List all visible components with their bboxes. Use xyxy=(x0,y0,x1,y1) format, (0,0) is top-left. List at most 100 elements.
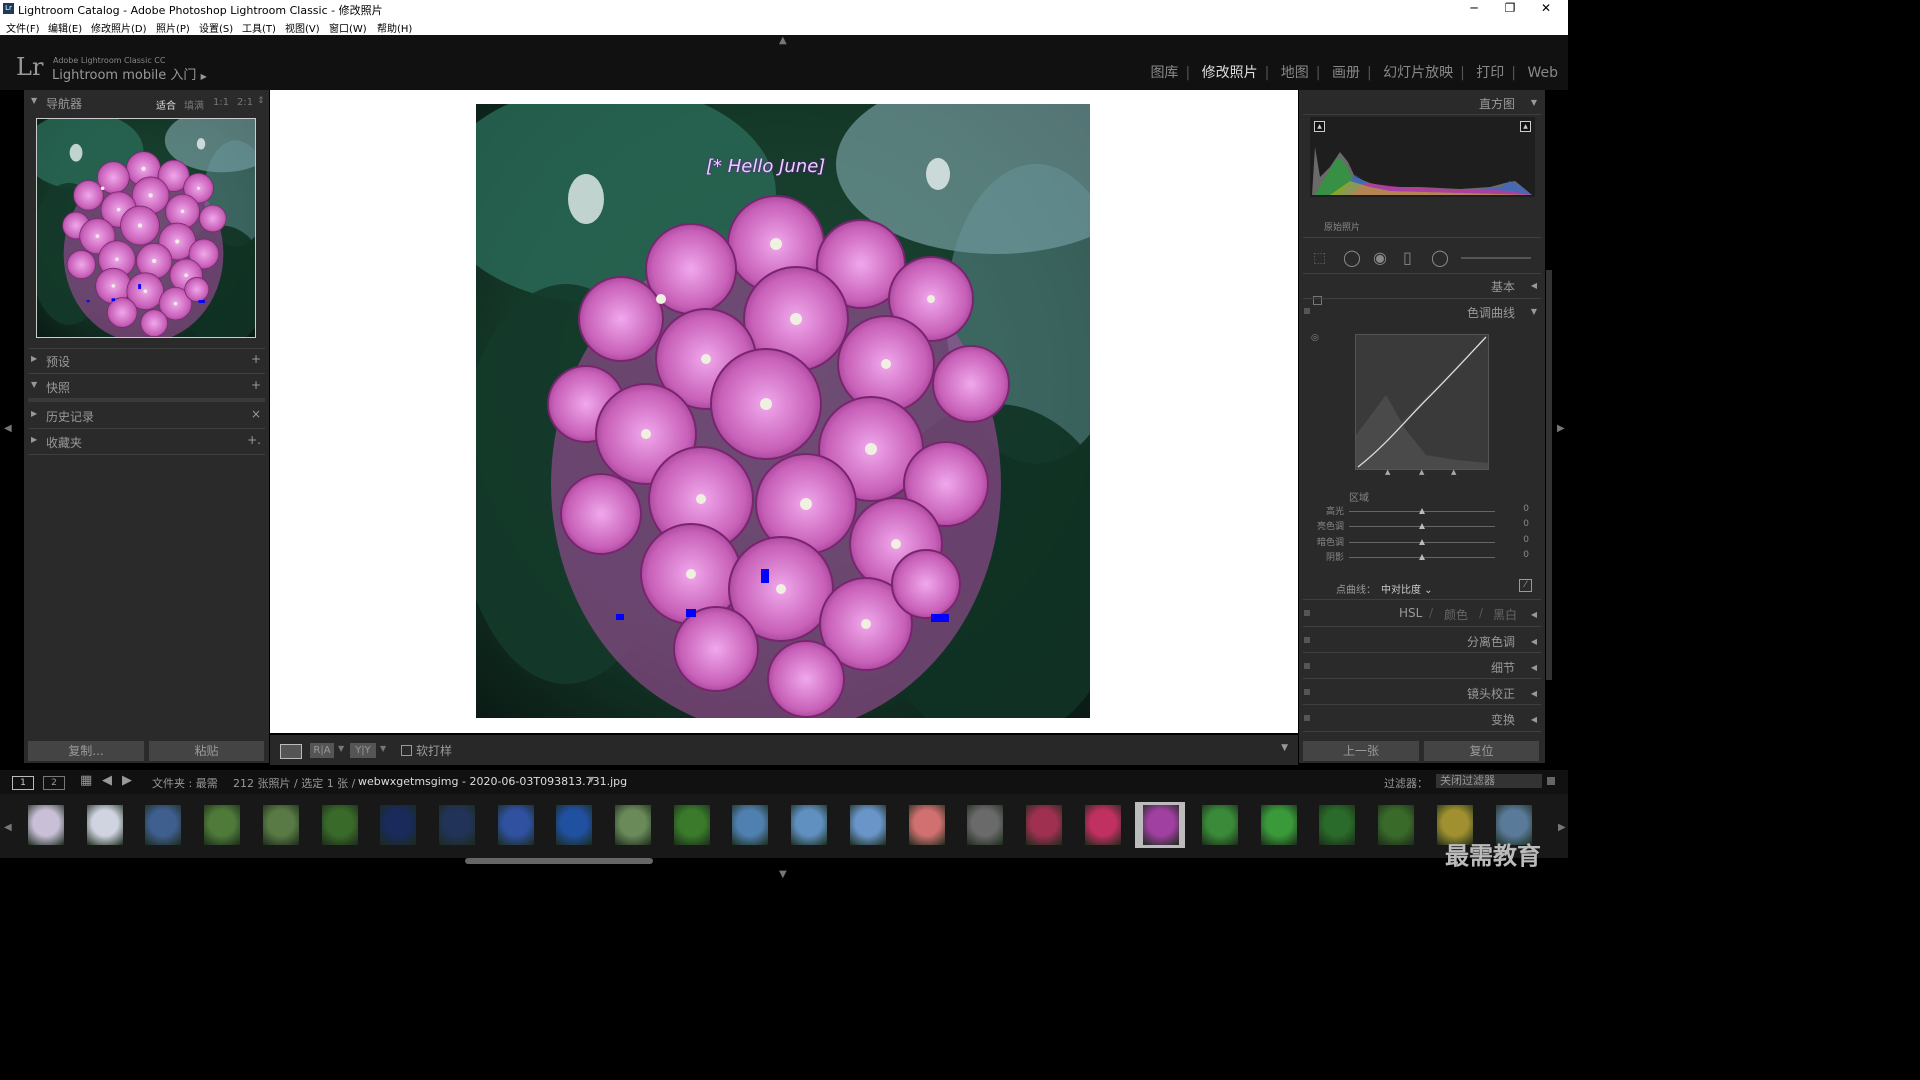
filmstrip-thumb[interactable] xyxy=(1018,802,1068,848)
highlights-slider[interactable]: 高光 0 xyxy=(1299,504,1545,519)
module-develop[interactable]: 修改照片 xyxy=(1202,65,1258,81)
collapse-triangle-icon[interactable]: ▼ xyxy=(1531,307,1537,316)
add-preset-icon[interactable]: + xyxy=(251,352,261,366)
filmstrip-thumb[interactable] xyxy=(79,802,129,848)
copy-button[interactable]: 复制... xyxy=(28,741,144,761)
dropdown-arrow-icon[interactable]: ▼ xyxy=(380,744,386,753)
panel-toggle-icon[interactable] xyxy=(1304,715,1310,721)
split-toning-title[interactable]: 分离色调 xyxy=(1467,633,1515,650)
darks-value[interactable]: 0 xyxy=(1523,535,1529,545)
identity-plate[interactable]: Lightroom mobile 入门 ▶ xyxy=(52,64,207,83)
highlight-clipping-icon[interactable]: ▲ xyxy=(1520,121,1531,132)
filmstrip-left-icon[interactable]: ◀ xyxy=(4,822,12,833)
slider-knob[interactable] xyxy=(1419,554,1425,560)
before-after-lr-button[interactable]: R|A xyxy=(310,743,334,758)
before-after-tb-button[interactable]: Y|Y xyxy=(350,743,376,758)
spot-removal-icon[interactable]: ◯ xyxy=(1343,248,1361,267)
expand-triangle-icon[interactable]: ◀ xyxy=(1531,637,1537,646)
filmstrip-thumb[interactable] xyxy=(1370,802,1420,848)
shadow-clipping-icon[interactable]: ▲ xyxy=(1314,121,1325,132)
filmstrip-thumb[interactable] xyxy=(783,802,833,848)
shadows-value[interactable]: 0 xyxy=(1523,550,1529,560)
filmstrip-thumb[interactable] xyxy=(1135,802,1186,848)
collapse-left-icon[interactable]: ◀ xyxy=(4,423,12,434)
close-button[interactable]: ✕ xyxy=(1528,0,1564,18)
filter-lock-icon[interactable] xyxy=(1547,777,1555,785)
module-web[interactable]: Web xyxy=(1527,65,1558,81)
module-print[interactable]: 打印 xyxy=(1476,65,1504,81)
panel-toggle-icon[interactable] xyxy=(1304,637,1310,643)
loupe-view-icon[interactable] xyxy=(280,744,302,759)
forward-arrow-icon[interactable]: ▶ xyxy=(122,773,132,788)
panel-toggle-icon[interactable] xyxy=(1304,689,1310,695)
filmstrip-thumb[interactable] xyxy=(490,802,540,848)
collapse-top-icon[interactable]: ▲ xyxy=(779,35,787,46)
tone-curve-graph[interactable] xyxy=(1355,334,1489,470)
zoom-2-1[interactable]: 2:1 xyxy=(237,97,253,108)
panel-toggle-icon[interactable] xyxy=(1304,663,1310,669)
module-library[interactable]: 图库 xyxy=(1150,65,1178,81)
panel-toggle-icon[interactable] xyxy=(1304,610,1310,616)
point-curve-select[interactable]: 中对比度 ⌄ xyxy=(1381,581,1433,596)
filmstrip-thumb[interactable] xyxy=(196,802,246,848)
filmstrip-thumb[interactable] xyxy=(548,802,598,848)
expand-triangle-icon[interactable]: ◀ xyxy=(1531,715,1537,724)
restore-button[interactable]: ❐ xyxy=(1492,0,1528,18)
filter-select[interactable]: 关闭过滤器 xyxy=(1436,774,1542,788)
filename-dropdown-icon[interactable]: ▼ xyxy=(588,775,594,784)
filmstrip-thumb[interactable] xyxy=(20,802,70,848)
menu-help[interactable]: 帮助(H) xyxy=(377,20,412,35)
color-tab[interactable]: 颜色 xyxy=(1444,606,1468,623)
add-snapshot-icon[interactable]: + xyxy=(251,378,261,392)
expand-triangle-icon[interactable]: ◀ xyxy=(1531,689,1537,698)
menu-file[interactable]: 文件(F) xyxy=(6,20,40,35)
slider-knob[interactable] xyxy=(1419,523,1425,529)
menu-photo[interactable]: 照片(P) xyxy=(156,20,190,35)
filmstrip-thumb[interactable] xyxy=(959,802,1009,848)
hsl-tab[interactable]: HSL xyxy=(1399,606,1422,620)
filmstrip-thumb[interactable] xyxy=(1253,802,1303,848)
filmstrip-thumb[interactable] xyxy=(137,802,187,848)
point-curve-edit-icon[interactable]: ⁄ xyxy=(1519,579,1532,592)
detail-title[interactable]: 细节 xyxy=(1491,659,1515,676)
tone-curve-title[interactable]: 色调曲线 xyxy=(1467,304,1515,321)
filmstrip-thumb[interactable] xyxy=(372,802,422,848)
dropdown-arrow-icon[interactable]: ▼ xyxy=(338,744,344,753)
module-map[interactable]: 地图 xyxy=(1281,65,1309,81)
menu-edit[interactable]: 编辑(E) xyxy=(48,20,82,35)
menu-window[interactable]: 窗口(W) xyxy=(329,20,367,35)
softproof-checkbox[interactable] xyxy=(401,745,412,756)
slider-knob[interactable] xyxy=(1419,508,1425,514)
collapse-right-icon[interactable]: ▶ xyxy=(1557,423,1565,434)
graduated-filter-icon[interactable]: ▯ xyxy=(1403,248,1412,267)
paste-button[interactable]: 粘贴 xyxy=(149,741,264,761)
panel-snapshots[interactable]: ▼ 快照 + xyxy=(24,376,269,398)
lights-value[interactable]: 0 xyxy=(1523,519,1529,529)
filmstrip-thumb[interactable] xyxy=(255,802,305,848)
collapse-triangle-icon[interactable]: ▼ xyxy=(1531,98,1537,107)
zoom-fill[interactable]: 填满 xyxy=(184,97,204,112)
slider-knob[interactable] xyxy=(1419,539,1425,545)
main-photo[interactable]: [* Hello June] xyxy=(435,73,1157,745)
add-collection-icon[interactable]: +. xyxy=(247,433,261,447)
panel-collections[interactable]: ▶ 收藏夹 +. xyxy=(24,431,269,453)
split-point-handle[interactable]: ▲ xyxy=(1419,468,1424,476)
lights-slider[interactable]: 亮色调 0 xyxy=(1299,519,1545,534)
expand-triangle-icon[interactable]: ◀ xyxy=(1531,281,1537,290)
panel-history[interactable]: ▶ 历史记录 × xyxy=(24,405,269,427)
collapse-bottom-icon[interactable]: ▼ xyxy=(779,869,787,880)
right-panel-scrollbar[interactable] xyxy=(1546,270,1552,680)
module-book[interactable]: 画册 xyxy=(1332,65,1360,81)
filmstrip-thumb[interactable] xyxy=(724,802,774,848)
screen-1-button[interactable]: 1 xyxy=(12,776,34,790)
minimize-button[interactable]: ─ xyxy=(1456,0,1492,18)
shadows-slider[interactable]: 阴影 0 xyxy=(1299,550,1545,565)
targeted-adjustment-icon[interactable]: ◎ xyxy=(1311,333,1319,343)
panel-presets[interactable]: ▶ 预设 + xyxy=(24,350,269,372)
back-arrow-icon[interactable]: ◀ xyxy=(102,773,112,788)
menu-develop[interactable]: 修改照片(D) xyxy=(91,20,147,35)
clear-history-icon[interactable]: × xyxy=(251,407,261,421)
filename[interactable]: webwxgetmsgimg - 2020-06-03T093813.731.j… xyxy=(358,775,627,788)
filmstrip-thumb[interactable] xyxy=(314,802,364,848)
filmstrip-thumb[interactable] xyxy=(431,802,481,848)
